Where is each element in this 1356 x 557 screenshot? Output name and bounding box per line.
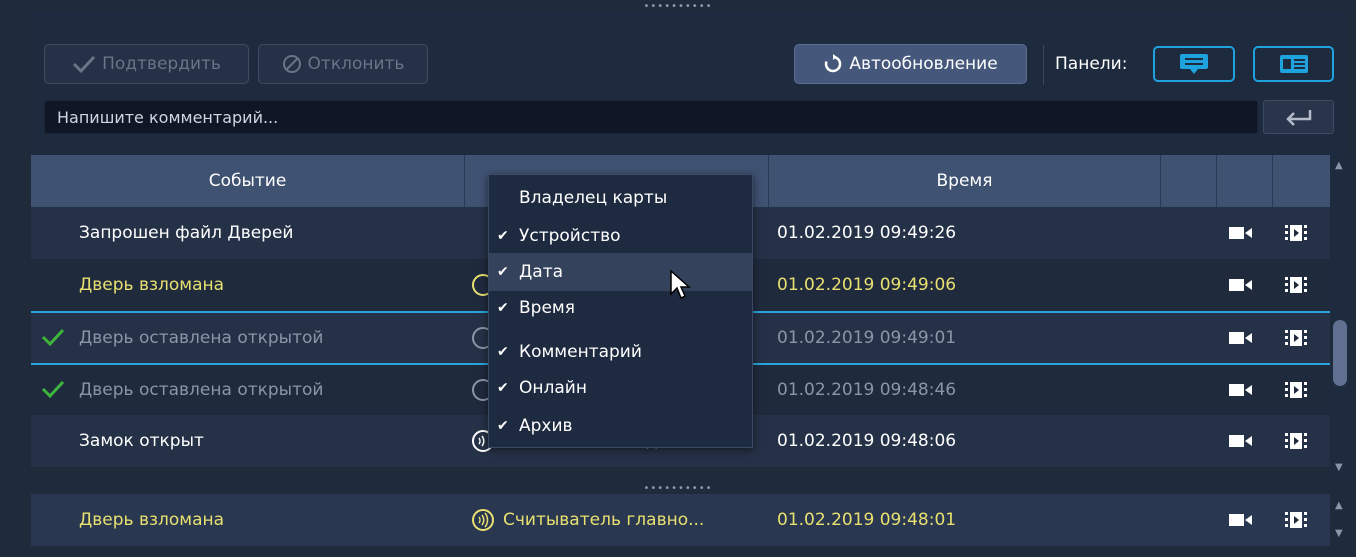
menu-item-label: Устройство xyxy=(519,226,621,246)
device-cell: Считыватель главно... xyxy=(471,508,704,532)
panel-resize-grip[interactable]: •••••••••• xyxy=(644,484,713,494)
column-header-time[interactable]: Время xyxy=(769,155,1161,207)
film-archive-icon[interactable] xyxy=(1285,328,1307,348)
menu-item-online[interactable]: ✔ Онлайн xyxy=(489,371,752,405)
acknowledged-check-icon xyxy=(41,328,65,347)
menu-item-label: Дата xyxy=(519,262,564,282)
comment-icon xyxy=(1180,54,1208,74)
id-card-panel-toggle[interactable] xyxy=(1253,46,1334,82)
event-name: Дверь оставлена открытой xyxy=(79,328,324,348)
menu-item-device[interactable]: ✔ Устройство xyxy=(489,217,752,255)
menu-item-archive[interactable]: ✔ Архив xyxy=(489,409,752,443)
column-header-extra-2[interactable] xyxy=(1217,155,1273,207)
bottom-scroll-up-arrow-icon[interactable]: ▲ xyxy=(1335,500,1343,511)
menu-item-date[interactable]: ✔ Дата xyxy=(489,253,752,291)
reject-button[interactable]: Отклонить xyxy=(258,44,428,84)
event-time: 01.02.2019 09:48:06 xyxy=(777,431,957,451)
film-archive-icon[interactable] xyxy=(1285,223,1307,243)
event-time: 01.02.2019 09:48:46 xyxy=(777,380,957,400)
event-time: 01.02.2019 09:49:06 xyxy=(777,275,957,295)
event-name: Дверь взломана xyxy=(79,510,225,530)
scroll-down-arrow-icon[interactable]: ▼ xyxy=(1335,462,1343,473)
event-name: Замок открыт xyxy=(79,431,204,451)
enter-arrow-icon xyxy=(1285,110,1311,126)
menu-item-label: Онлайн xyxy=(519,378,587,398)
column-header-event[interactable]: Событие xyxy=(31,155,465,207)
scroll-up-arrow-icon[interactable]: ▲ xyxy=(1335,160,1343,171)
mouse-cursor-icon xyxy=(670,270,691,300)
event-name: Дверь взломана xyxy=(79,275,225,295)
film-archive-icon[interactable] xyxy=(1285,275,1307,295)
panels-label: Панели: xyxy=(1055,54,1128,74)
acknowledged-check-icon xyxy=(41,380,65,399)
menu-check-icon: ✔ xyxy=(497,380,509,396)
card-reader-icon xyxy=(472,509,494,531)
menu-check-icon: ✔ xyxy=(497,264,509,280)
video-camera-icon[interactable] xyxy=(1229,277,1253,293)
menu-item-label: Владелец карты xyxy=(519,188,668,208)
menu-check-icon: ✔ xyxy=(497,300,509,316)
comment-input[interactable] xyxy=(44,100,1258,134)
send-comment-button[interactable] xyxy=(1263,100,1334,134)
menu-item-label: Архив xyxy=(519,416,573,436)
menu-item-label: Время xyxy=(519,298,575,318)
event-time: 01.02.2019 09:49:26 xyxy=(777,223,957,243)
menu-check-icon: ✔ xyxy=(497,418,509,434)
prohibited-icon xyxy=(282,55,301,73)
confirm-button[interactable]: Подтвердить xyxy=(44,44,249,84)
bottom-scroll-down-arrow-icon[interactable]: ▼ xyxy=(1335,528,1343,539)
pinned-event-row[interactable]: Дверь взломана Считыватель главно... 01.… xyxy=(31,494,1330,546)
id-card-icon xyxy=(1279,55,1308,73)
refresh-icon xyxy=(825,54,842,73)
check-icon xyxy=(73,55,96,74)
video-camera-icon[interactable] xyxy=(1229,433,1253,449)
menu-item-card-owner[interactable]: Владелец карты xyxy=(489,179,752,217)
comment-panel-toggle[interactable] xyxy=(1153,46,1235,82)
menu-item-label: Комментарий xyxy=(519,342,642,362)
menu-check-icon: ✔ xyxy=(497,344,509,360)
table-scrollbar-thumb[interactable] xyxy=(1333,320,1347,386)
toolbar-panel: Подтвердить Отклонить Автообновление Пан… xyxy=(31,11,1347,156)
reject-button-label: Отклонить xyxy=(307,54,405,74)
film-archive-icon[interactable] xyxy=(1285,431,1307,451)
film-archive-icon[interactable] xyxy=(1285,380,1307,400)
column-header-extra-1[interactable] xyxy=(1161,155,1217,207)
event-name: Дверь оставлена открытой xyxy=(79,380,324,400)
table-scrollbar-track[interactable] xyxy=(1330,155,1350,479)
column-visibility-menu: Владелец карты ✔ Устройство ✔ Дата ✔ Вре… xyxy=(488,174,753,448)
event-time: 01.02.2019 09:49:01 xyxy=(777,328,957,348)
autoupdate-button-label: Автообновление xyxy=(849,54,998,74)
toolbar-divider xyxy=(1043,45,1044,85)
device-name: Считыватель главно... xyxy=(503,510,705,530)
menu-item-comment[interactable]: ✔ Комментарий xyxy=(489,333,752,371)
video-camera-icon[interactable] xyxy=(1229,512,1253,528)
event-time: 01.02.2019 09:48:01 xyxy=(777,510,957,530)
confirm-button-label: Подтвердить xyxy=(102,54,221,74)
video-camera-icon[interactable] xyxy=(1229,225,1253,241)
event-name: Запрошен файл Дверей xyxy=(79,223,294,243)
video-camera-icon[interactable] xyxy=(1229,330,1253,346)
video-camera-icon[interactable] xyxy=(1229,382,1253,398)
menu-check-icon: ✔ xyxy=(497,228,509,244)
column-header-extra-3[interactable] xyxy=(1273,155,1330,207)
menu-item-time[interactable]: ✔ Время xyxy=(489,291,752,325)
autoupdate-button[interactable]: Автообновление xyxy=(794,44,1027,84)
top-resize-grip[interactable]: •••••••••• xyxy=(644,2,713,12)
film-archive-icon[interactable] xyxy=(1285,510,1307,530)
